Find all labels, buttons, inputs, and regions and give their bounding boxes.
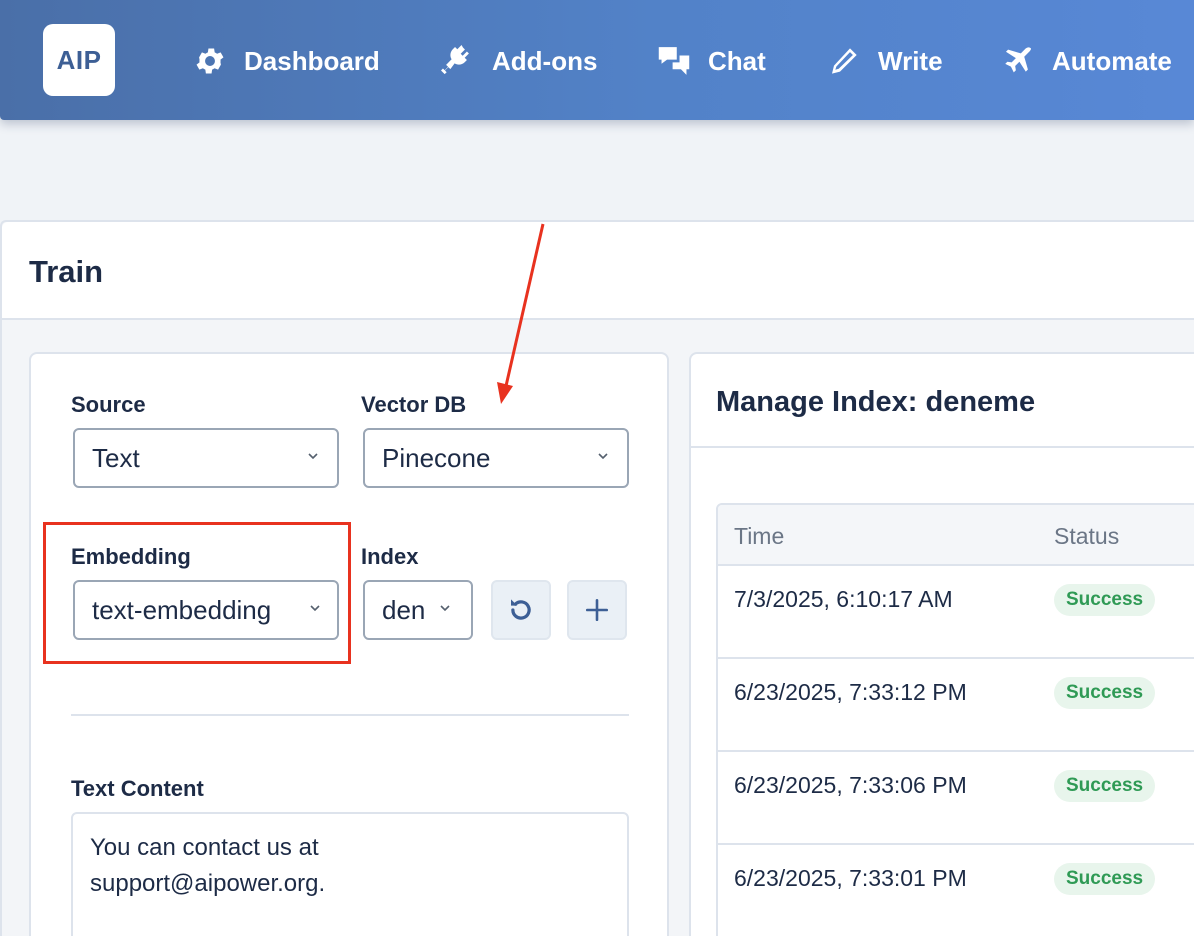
gear-icon [192, 43, 228, 79]
plus-icon [585, 598, 609, 622]
nav-automate[interactable]: Automate [1000, 40, 1172, 82]
row-time: 6/23/2025, 7:33:06 PM [734, 772, 967, 798]
column-header-status: Status [1054, 523, 1120, 549]
table-row: 6/23/2025, 7:33:06 PM Success [718, 752, 1194, 845]
train-panel: Train Source Text Vector DB Pinecone Emb… [0, 220, 1194, 936]
table-row: 6/23/2025, 7:33:12 PM Success [718, 659, 1194, 752]
column-header-time: Time [734, 523, 785, 549]
pencil-icon [826, 43, 862, 79]
nav-write[interactable]: Write [826, 40, 943, 82]
embedding-label: Embedding [71, 544, 191, 569]
chevron-down-icon [308, 453, 318, 460]
row-time: 6/23/2025, 7:33:01 PM [734, 865, 967, 891]
train-header: Train [2, 222, 1194, 320]
refresh-index-button[interactable] [491, 580, 551, 640]
train-form-card: Source Text Vector DB Pinecone Embedding… [29, 352, 669, 936]
index-select[interactable]: den [363, 580, 473, 640]
nav-chat-label: Chat [708, 45, 766, 76]
plug-icon [440, 43, 476, 79]
refresh-icon [511, 599, 531, 620]
table-row: 7/3/2025, 6:10:17 AM Success [718, 566, 1194, 659]
status-badge: Success [1054, 677, 1156, 709]
index-select-value: den [382, 594, 426, 625]
nav-dashboard-label: Dashboard [244, 45, 380, 76]
nav-dashboard[interactable]: Dashboard [192, 40, 380, 82]
source-label: Source [71, 392, 146, 417]
manage-index-title: Manage Index: deneme [716, 386, 1036, 418]
nav-write-label: Write [878, 45, 943, 76]
index-label: Index [361, 544, 419, 569]
manage-index-card: Manage Index: deneme Time Status 7/3/202… [689, 352, 1194, 936]
text-content-field[interactable]: You can contact us at support@aipower.or… [71, 812, 629, 936]
form-divider [71, 714, 629, 716]
table-row: 6/23/2025, 7:33:01 PM Success [718, 845, 1194, 936]
chevron-down-icon [598, 453, 608, 460]
chevron-down-icon [440, 605, 450, 612]
vectordb-label: Vector DB [361, 392, 467, 417]
index-history-table: Time Status 7/3/2025, 6:10:17 AM Success… [716, 503, 1194, 936]
embedding-select-value: text-embedding [92, 594, 272, 625]
status-badge: Success [1054, 863, 1156, 895]
app-logo[interactable]: AIP [43, 24, 115, 96]
nav-addons[interactable]: Add-ons [440, 40, 597, 82]
add-index-button[interactable] [567, 580, 627, 640]
chat-bubbles-icon [656, 43, 692, 79]
nav-automate-label: Automate [1052, 45, 1172, 76]
text-content-label: Text Content [71, 776, 204, 801]
chevron-down-icon [310, 605, 320, 612]
nav-addons-label: Add-ons [492, 45, 598, 76]
plane-icon [1000, 43, 1036, 79]
vectordb-select[interactable]: Pinecone [363, 428, 629, 488]
row-time: 6/23/2025, 7:33:12 PM [734, 679, 967, 705]
row-time: 7/3/2025, 6:10:17 AM [734, 586, 953, 612]
embedding-select[interactable]: text-embedding [73, 580, 339, 640]
status-badge: Success [1054, 770, 1156, 802]
page-title: Train [29, 254, 104, 289]
vectordb-select-value: Pinecone [382, 442, 491, 473]
manage-index-header: Manage Index: deneme [691, 354, 1194, 448]
top-navbar: AIP Dashboard Add-ons Chat Write Automat… [0, 0, 1194, 120]
source-select-value: Text [92, 442, 140, 473]
nav-chat[interactable]: Chat [656, 40, 766, 82]
status-badge: Success [1054, 584, 1156, 616]
table-header: Time Status [718, 505, 1194, 566]
source-select[interactable]: Text [73, 428, 339, 488]
